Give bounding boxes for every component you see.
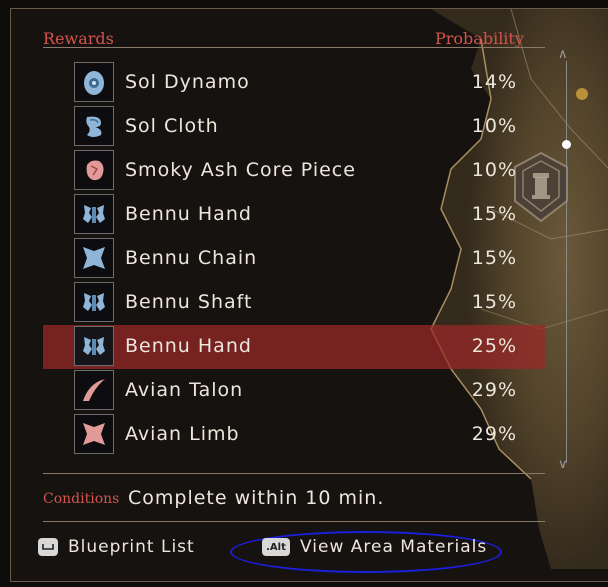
space-key-icon bbox=[38, 538, 58, 556]
reward-probability: 10% bbox=[471, 159, 517, 181]
reward-probability: 14% bbox=[471, 71, 517, 93]
conditions-label: Conditions bbox=[43, 491, 120, 507]
bennu-hand-icon bbox=[74, 326, 114, 366]
reward-probability: 29% bbox=[471, 423, 517, 445]
reward-row[interactable]: Avian Talon 29% bbox=[43, 369, 545, 413]
ash-core-icon bbox=[74, 150, 114, 190]
reward-name: Bennu Shaft bbox=[125, 291, 253, 313]
reward-name: Bennu Hand bbox=[125, 203, 252, 225]
header-divider bbox=[43, 47, 545, 48]
blueprint-list-button[interactable]: Blueprint List bbox=[38, 534, 195, 560]
reward-name: Bennu Hand bbox=[125, 335, 252, 357]
sol-dynamo-icon bbox=[74, 62, 114, 102]
reward-name: Sol Dynamo bbox=[125, 71, 250, 93]
reward-name: Avian Talon bbox=[125, 379, 244, 401]
bennu-shaft-icon bbox=[74, 282, 114, 322]
reward-row-selected[interactable]: Bennu Hand 25% bbox=[43, 325, 545, 369]
reward-row[interactable]: Bennu Shaft 15% bbox=[43, 281, 545, 325]
avian-talon-icon bbox=[74, 370, 114, 410]
reward-probability: 15% bbox=[471, 247, 517, 269]
reward-probability: 10% bbox=[471, 115, 517, 137]
reward-row[interactable]: Bennu Hand 15% bbox=[43, 193, 545, 237]
scrollbar-thumb[interactable] bbox=[562, 140, 571, 149]
reward-probability: 29% bbox=[471, 379, 517, 401]
reward-row[interactable]: Sol Dynamo 14% bbox=[43, 61, 545, 105]
conditions-text: Complete within 10 min. bbox=[128, 487, 385, 509]
reward-row[interactable]: Avian Limb 29% bbox=[43, 413, 545, 457]
bennu-chain-icon bbox=[74, 238, 114, 278]
probability-header: Probability bbox=[435, 29, 524, 48]
alt-key-icon: .Alt bbox=[262, 538, 290, 556]
view-area-materials-label: View Area Materials bbox=[300, 537, 488, 557]
scrollbar-track[interactable] bbox=[566, 61, 567, 463]
reward-name: Sol Cloth bbox=[125, 115, 219, 137]
reward-name: Avian Limb bbox=[125, 423, 240, 445]
reward-row[interactable]: Bennu Chain 15% bbox=[43, 237, 545, 281]
sol-cloth-icon bbox=[74, 106, 114, 146]
bennu-hand-icon bbox=[74, 194, 114, 234]
rewards-panel: Rewards Probability Sol Dynamo 14% Sol C… bbox=[10, 8, 608, 582]
reward-probability: 25% bbox=[471, 335, 517, 357]
view-area-materials-button[interactable]: .Alt View Area Materials bbox=[262, 534, 487, 560]
rewards-header: Rewards bbox=[43, 29, 114, 48]
scroll-up-chevron-icon[interactable]: ∧ bbox=[558, 47, 568, 62]
avian-limb-icon bbox=[74, 414, 114, 454]
reward-row[interactable]: Sol Cloth 10% bbox=[43, 105, 545, 149]
conditions-bottom-divider bbox=[43, 521, 545, 522]
reward-probability: 15% bbox=[471, 291, 517, 313]
reward-name: Bennu Chain bbox=[125, 247, 258, 269]
reward-name: Smoky Ash Core Piece bbox=[125, 159, 356, 181]
conditions-top-divider bbox=[43, 473, 545, 474]
scroll-down-chevron-icon[interactable]: ∨ bbox=[558, 457, 568, 472]
blueprint-list-label: Blueprint List bbox=[68, 537, 195, 557]
reward-probability: 15% bbox=[471, 203, 517, 225]
reward-row[interactable]: Smoky Ash Core Piece 10% bbox=[43, 149, 545, 193]
